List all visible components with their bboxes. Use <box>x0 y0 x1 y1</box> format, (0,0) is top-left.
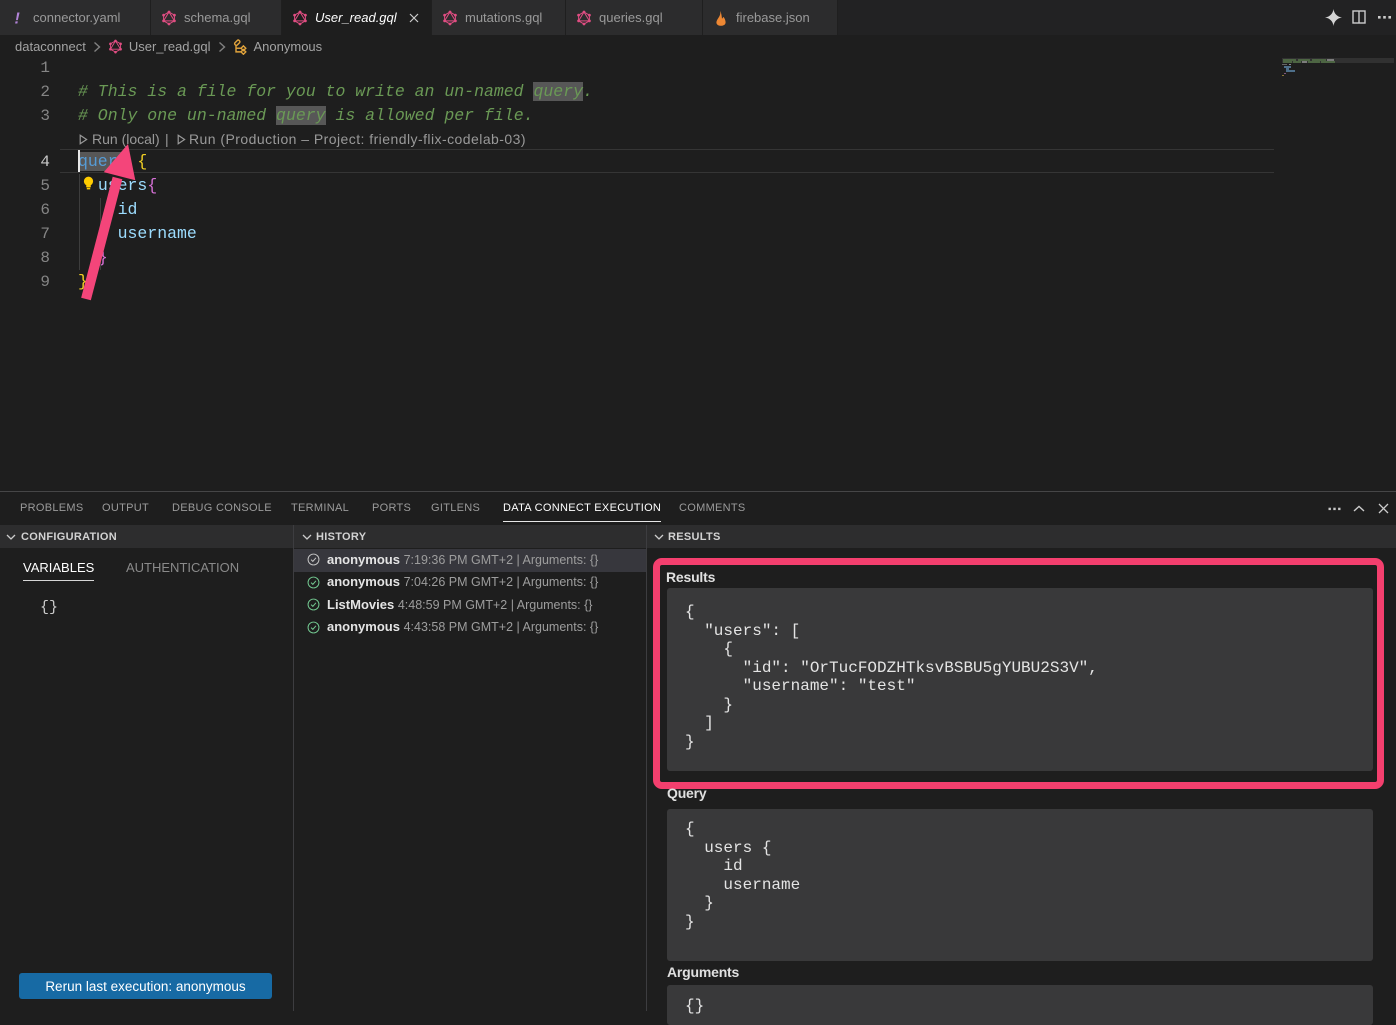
svg-text:!: ! <box>15 10 21 26</box>
